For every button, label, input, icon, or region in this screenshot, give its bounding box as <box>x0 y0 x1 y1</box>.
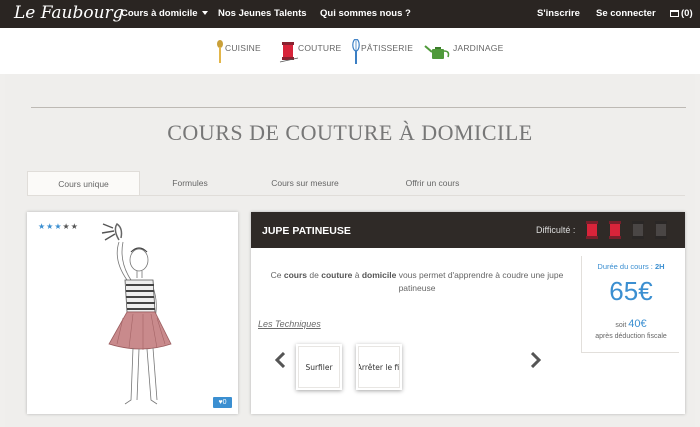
net-price: soit 40€ <box>615 318 647 330</box>
spool-icon <box>655 221 667 239</box>
tabs-divider <box>27 195 685 196</box>
difficulty-label: Difficulté : <box>536 225 576 235</box>
course-price: 65€ <box>609 276 653 306</box>
tab-cours-unique[interactable]: Cours unique <box>27 171 140 195</box>
favorite-badge[interactable]: ♥0 <box>213 397 232 408</box>
star-icon: ★ <box>38 222 47 231</box>
caret-down-icon <box>201 11 208 16</box>
category-patisserie[interactable]: PÂTISSERIE <box>361 43 413 53</box>
nav-jeunes-talents[interactable]: Nos Jeunes Talents <box>218 8 307 19</box>
technique-card[interactable]: Arrêter le fil <box>356 344 402 390</box>
main-content: COURS DE COUTURE À DOMICILE Cours unique… <box>5 74 695 427</box>
category-couture[interactable]: COUTURE <box>298 43 341 53</box>
spool-icon <box>632 221 644 239</box>
course-name: JUPE PATINEUSE <box>262 225 351 237</box>
course-description: Ce cours de couture à domicile vous perm… <box>270 270 564 293</box>
nav-cours-a-domicile[interactable]: Cours à domicile <box>121 8 208 19</box>
category-cuisine[interactable]: CUISINE <box>225 43 261 53</box>
page-title: COURS DE COUTURE À DOMICILE <box>167 120 533 145</box>
course-tabs: Cours unique Formules Cours sur mesure O… <box>27 171 685 195</box>
price-box: Durée du cours : 2H 65€ soit 40€ après d… <box>581 256 679 353</box>
nav-qui-sommes-nous[interactable]: Qui sommes nous ? <box>320 8 411 19</box>
top-navbar: Le Faubourg Cours à domicile Nos Jeunes … <box>0 0 700 28</box>
cart-icon <box>670 10 679 17</box>
divider <box>31 107 686 108</box>
course-details-card: JUPE PATINEUSE Difficulté : Ce cours de … <box>251 212 685 414</box>
category-bar: CUISINE COUTURE PÂTISSERIE JARDINAGE <box>0 28 700 74</box>
star-icon: ★ <box>46 222 55 231</box>
spool-icon <box>279 42 299 63</box>
watering-can-icon <box>424 45 450 59</box>
product-image-card: ★★★★★ ♥0 <box>27 212 238 414</box>
skirt-illustration <box>101 222 172 405</box>
spool-icon <box>609 221 621 239</box>
star-icon: ★ <box>54 222 63 231</box>
brand-logo[interactable]: Le Faubourg <box>14 3 124 23</box>
chevron-right-icon[interactable] <box>531 352 541 368</box>
chevron-left-icon[interactable] <box>275 352 285 368</box>
tab-offrir-un-cours[interactable]: Offrir un cours <box>370 171 495 195</box>
techniques-link[interactable]: Les Techniques <box>258 319 321 329</box>
tab-cours-sur-mesure[interactable]: Cours sur mesure <box>240 171 370 195</box>
category-jardinage[interactable]: JARDINAGE <box>453 43 503 53</box>
course-header: JUPE PATINEUSE Difficulté : <box>251 212 685 248</box>
course-duration: Durée du cours : 2H <box>597 262 665 271</box>
cart-link[interactable]: (0) <box>670 8 693 19</box>
whisk-icon <box>352 39 360 64</box>
spoon-icon <box>217 40 223 63</box>
tax-deduction-note: après déduction fiscale <box>595 333 667 340</box>
spool-icon <box>586 221 598 239</box>
login-link[interactable]: Se connecter <box>596 8 656 19</box>
signup-link[interactable]: S'inscrire <box>537 8 580 19</box>
tab-formules[interactable]: Formules <box>140 171 240 195</box>
technique-card[interactable]: Surfiler <box>296 344 342 390</box>
